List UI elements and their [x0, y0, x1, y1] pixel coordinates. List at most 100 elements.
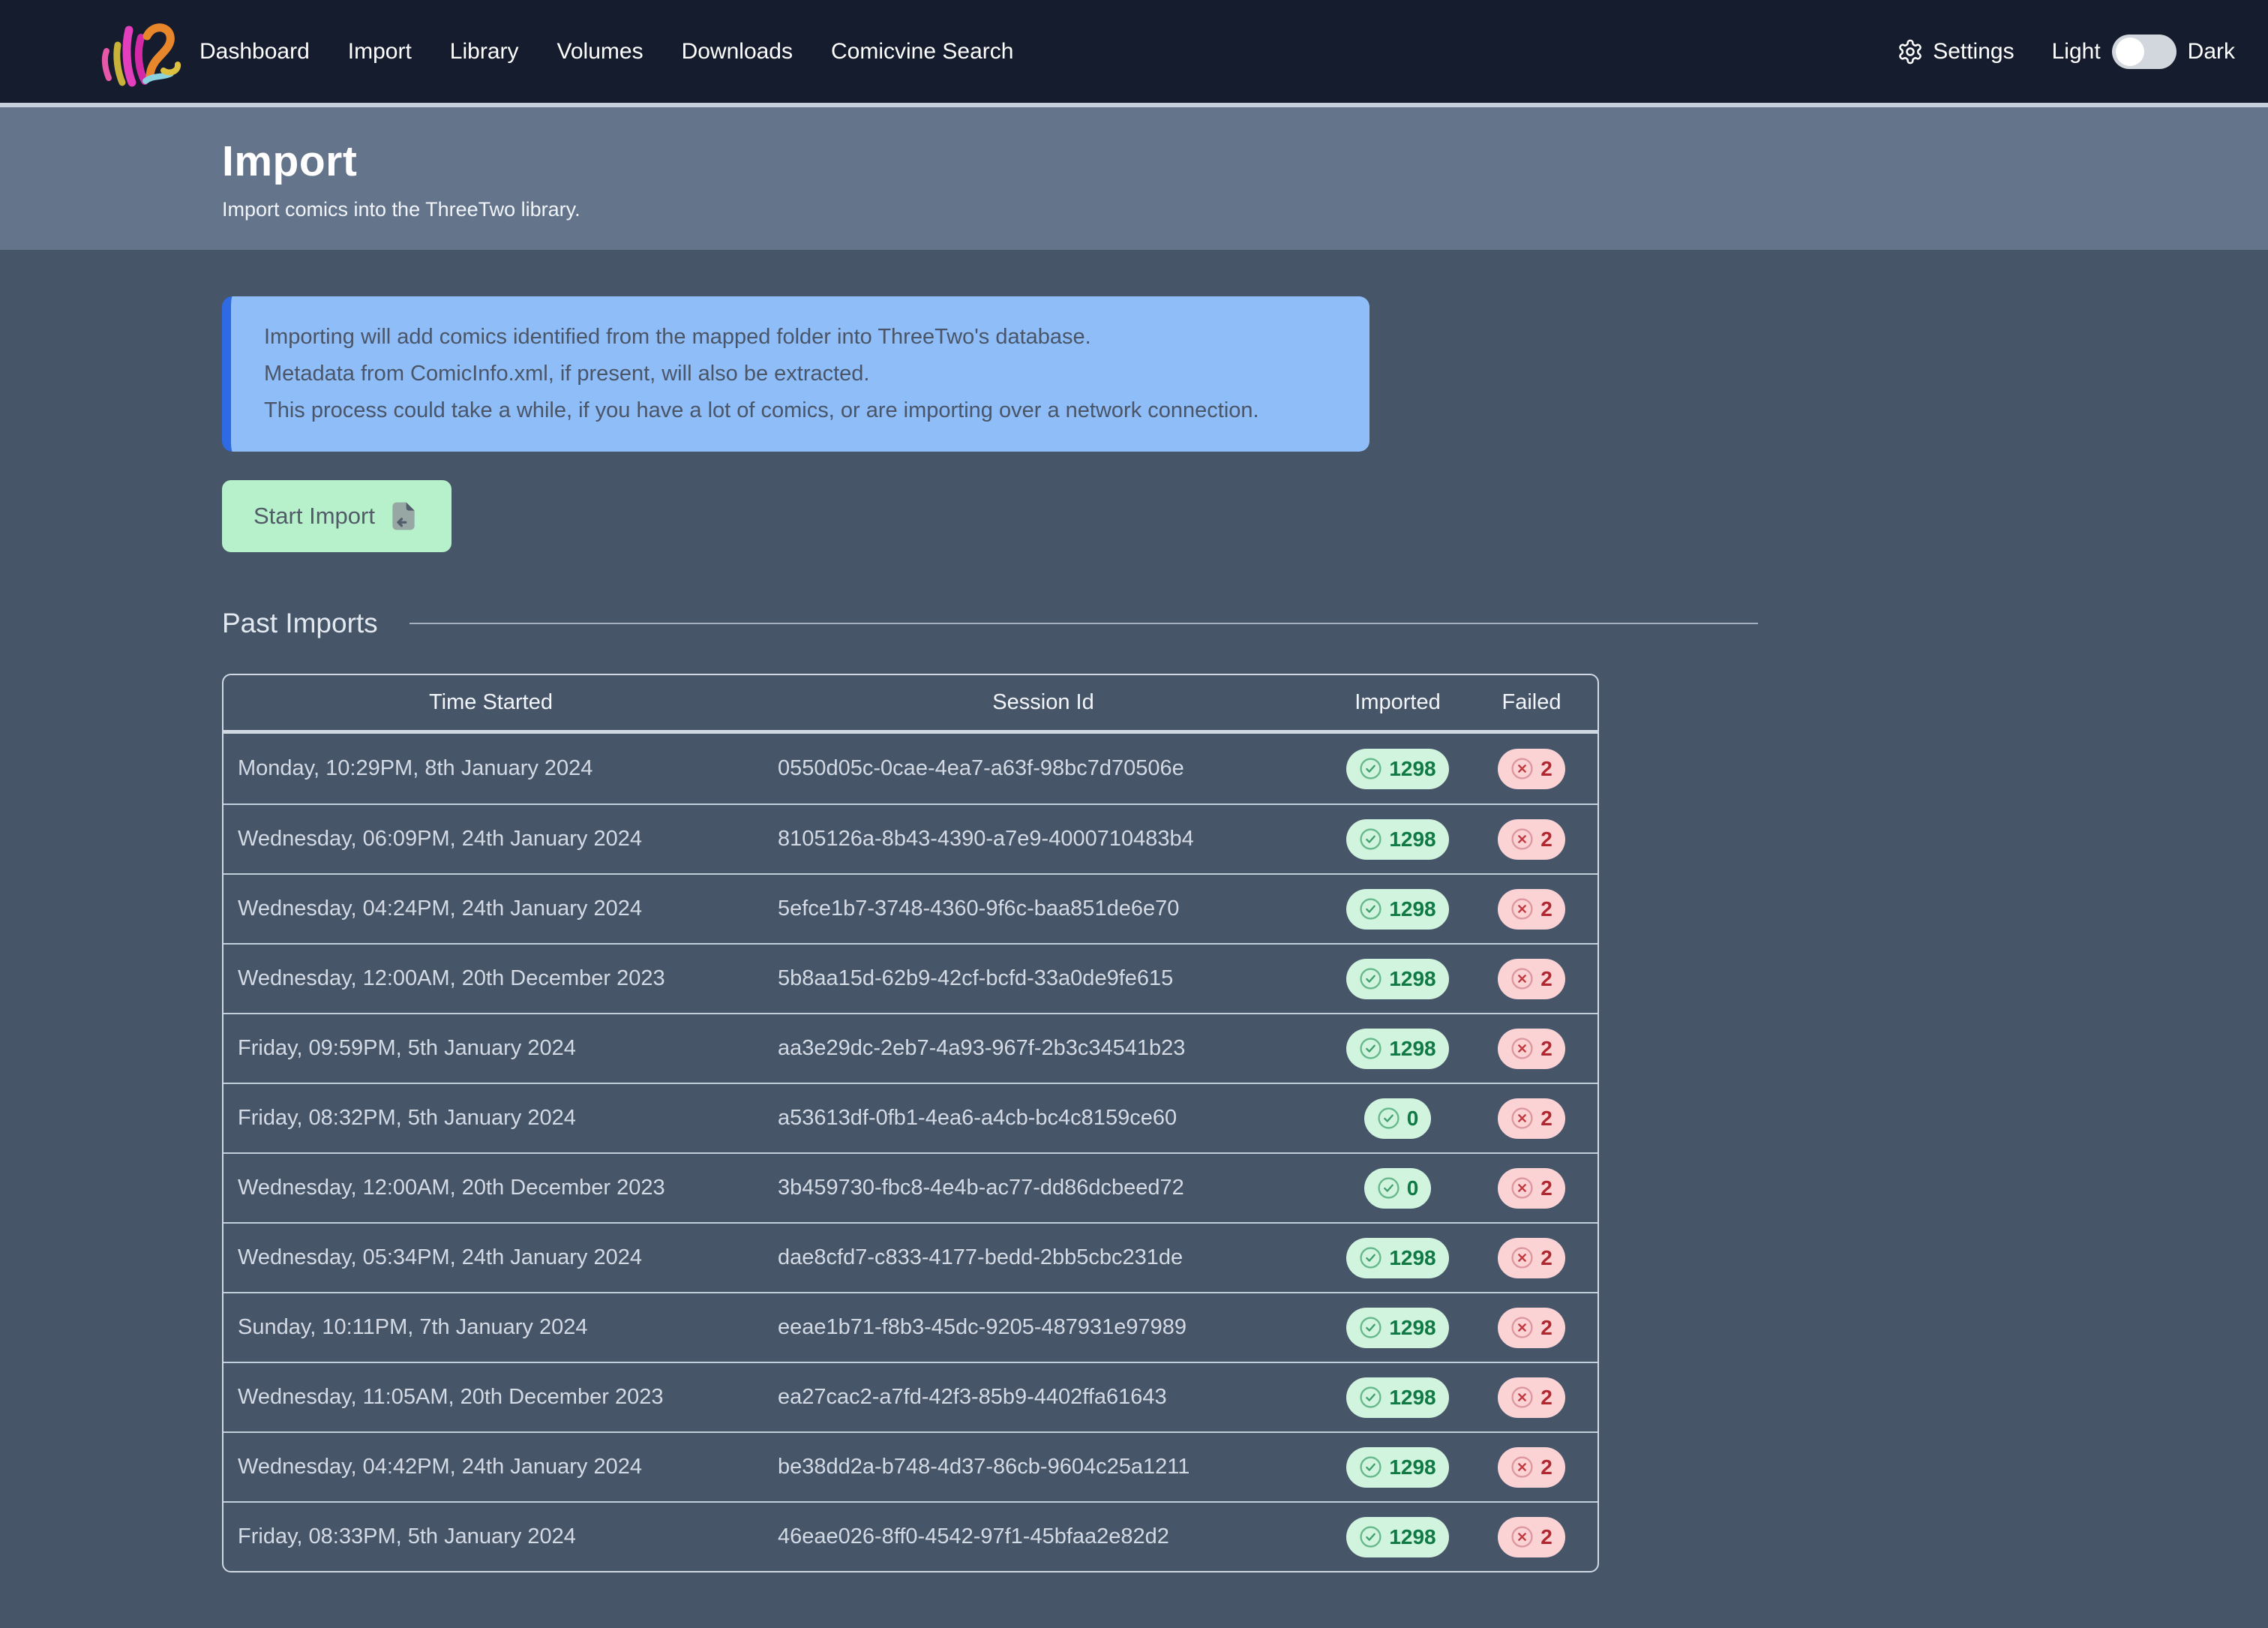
info-line: Importing will add comics identified fro…: [264, 319, 1336, 356]
theme-toggle[interactable]: [2112, 35, 2176, 69]
imported-count: 1298: [1389, 967, 1436, 991]
check-circle-icon: [1359, 1316, 1382, 1339]
nav-item-comicvine-search[interactable]: Comicvine Search: [831, 39, 1013, 65]
time-started-cell: Sunday, 10:11PM, 7th January 2024: [224, 1315, 758, 1340]
start-import-button[interactable]: Start Import: [222, 480, 452, 552]
threetwo-logo-icon[interactable]: [98, 15, 182, 89]
imported-badge: 1298: [1346, 1238, 1448, 1278]
table-row: Wednesday, 04:42PM, 24th January 2024be3…: [224, 1431, 1598, 1501]
imported-badge: 1298: [1346, 819, 1448, 860]
session-id-cell: be38dd2a-b748-4d37-86cb-9604c25a1211: [758, 1455, 1328, 1479]
x-circle-icon: [1510, 967, 1534, 990]
info-line: This process could take a while, if you …: [264, 392, 1336, 429]
x-circle-icon: [1510, 1246, 1534, 1269]
failed-badge: 2: [1498, 749, 1565, 789]
x-circle-icon: [1510, 1107, 1534, 1130]
check-circle-icon: [1359, 828, 1382, 851]
file-import-icon: [387, 500, 420, 533]
page-subtitle: Import comics into the ThreeTwo library.: [222, 198, 2268, 221]
x-circle-icon: [1510, 1316, 1534, 1339]
table-row: Friday, 08:32PM, 5th January 2024a53613d…: [224, 1083, 1598, 1152]
failed-badge: 2: [1498, 1517, 1565, 1557]
table-row: Wednesday, 05:34PM, 24th January 2024dae…: [224, 1222, 1598, 1292]
column-header-imported: Imported: [1328, 690, 1467, 715]
column-header-time-started: Time Started: [224, 690, 758, 715]
table-row: Wednesday, 04:24PM, 24th January 20245ef…: [224, 873, 1598, 943]
failed-badge: 2: [1498, 1238, 1565, 1278]
check-circle-icon: [1359, 757, 1382, 780]
imported-count: 1298: [1389, 897, 1436, 921]
x-circle-icon: [1510, 828, 1534, 851]
table-header-row: Time Started Session Id Imported Failed: [224, 675, 1598, 734]
x-circle-icon: [1510, 1037, 1534, 1060]
session-id-cell: 46eae026-8ff0-4542-97f1-45bfaa2e82d2: [758, 1524, 1328, 1549]
nav-item-import[interactable]: Import: [348, 39, 412, 65]
session-id-cell: dae8cfd7-c833-4177-bedd-2bb5cbc231de: [758, 1245, 1328, 1270]
time-started-cell: Wednesday, 12:00AM, 20th December 2023: [224, 966, 758, 991]
imported-badge: 1298: [1346, 1447, 1448, 1488]
table-body: Monday, 10:29PM, 8th January 20240550d05…: [224, 734, 1598, 1571]
time-started-cell: Wednesday, 11:05AM, 20th December 2023: [224, 1385, 758, 1410]
nav-links: Dashboard Import Library Volumes Downloads Co…: [200, 39, 1013, 65]
import-info-box: Importing will add comics identified fro…: [222, 296, 1370, 452]
theme-switch: Light Dark: [2052, 35, 2235, 69]
failed-badge: 2: [1498, 1377, 1565, 1418]
imported-count: 1298: [1389, 1455, 1436, 1479]
session-id-cell: aa3e29dc-2eb7-4a93-967f-2b3c34541b23: [758, 1036, 1328, 1061]
failed-count: 2: [1540, 757, 1552, 781]
start-import-label: Start Import: [254, 503, 375, 530]
failed-count: 2: [1540, 1455, 1552, 1479]
imported-badge: 1298: [1346, 959, 1448, 999]
settings-label: Settings: [1933, 39, 2014, 65]
check-circle-icon: [1359, 967, 1382, 990]
table-row: Monday, 10:29PM, 8th January 20240550d05…: [224, 734, 1598, 803]
main-content: Importing will add comics identified fro…: [0, 250, 2268, 1572]
failed-count: 2: [1540, 1107, 1552, 1131]
imported-count: 1298: [1389, 1525, 1436, 1549]
check-circle-icon: [1359, 1037, 1382, 1060]
check-circle-icon: [1359, 1455, 1382, 1479]
imported-count: 1298: [1389, 1246, 1436, 1270]
imported-badge: 1298: [1346, 749, 1448, 789]
failed-badge: 2: [1498, 889, 1565, 930]
failed-badge: 2: [1498, 1098, 1565, 1139]
session-id-cell: 5efce1b7-3748-4360-9f6c-baa851de6e70: [758, 897, 1328, 921]
past-imports-header: Past Imports: [222, 608, 1758, 639]
x-circle-icon: [1510, 757, 1534, 780]
nav-item-dashboard[interactable]: Dashboard: [200, 39, 310, 65]
x-circle-icon: [1510, 1455, 1534, 1479]
toggle-knob: [2116, 38, 2144, 66]
x-circle-icon: [1510, 1176, 1534, 1200]
session-id-cell: eeae1b71-f8b3-45dc-9205-487931e97989: [758, 1315, 1328, 1340]
check-circle-icon: [1359, 897, 1382, 921]
imported-badge: 1298: [1346, 889, 1448, 930]
past-imports-title: Past Imports: [222, 608, 378, 639]
nav-item-downloads[interactable]: Downloads: [682, 39, 793, 65]
x-circle-icon: [1510, 1525, 1534, 1548]
failed-count: 2: [1540, 1316, 1552, 1340]
table-row: Sunday, 10:11PM, 7th January 2024eeae1b7…: [224, 1292, 1598, 1362]
imported-count: 1298: [1389, 1386, 1436, 1410]
imported-count: 0: [1407, 1176, 1419, 1200]
navbar: Dashboard Import Library Volumes Downloads Co…: [0, 0, 2268, 103]
check-circle-icon: [1377, 1107, 1400, 1130]
nav-item-library[interactable]: Library: [450, 39, 519, 65]
nav-item-volumes[interactable]: Volumes: [557, 39, 644, 65]
dark-label: Dark: [2188, 39, 2235, 65]
settings-button[interactable]: Settings: [1897, 38, 2014, 65]
time-started-cell: Friday, 08:33PM, 5th January 2024: [224, 1524, 758, 1549]
time-started-cell: Wednesday, 05:34PM, 24th January 2024: [224, 1245, 758, 1270]
time-started-cell: Wednesday, 06:09PM, 24th January 2024: [224, 827, 758, 852]
page-header: Import Import comics into the ThreeTwo l…: [0, 107, 2268, 250]
column-header-failed: Failed: [1467, 690, 1596, 715]
time-started-cell: Wednesday, 12:00AM, 20th December 2023: [224, 1176, 758, 1200]
failed-count: 2: [1540, 1246, 1552, 1270]
imported-badge: 1298: [1346, 1029, 1448, 1069]
check-circle-icon: [1359, 1525, 1382, 1548]
check-circle-icon: [1359, 1246, 1382, 1269]
failed-badge: 2: [1498, 959, 1565, 999]
failed-badge: 2: [1498, 1029, 1565, 1069]
imported-count: 0: [1407, 1107, 1419, 1131]
session-id-cell: 5b8aa15d-62b9-42cf-bcfd-33a0de9fe615: [758, 966, 1328, 991]
failed-count: 2: [1540, 1037, 1552, 1061]
